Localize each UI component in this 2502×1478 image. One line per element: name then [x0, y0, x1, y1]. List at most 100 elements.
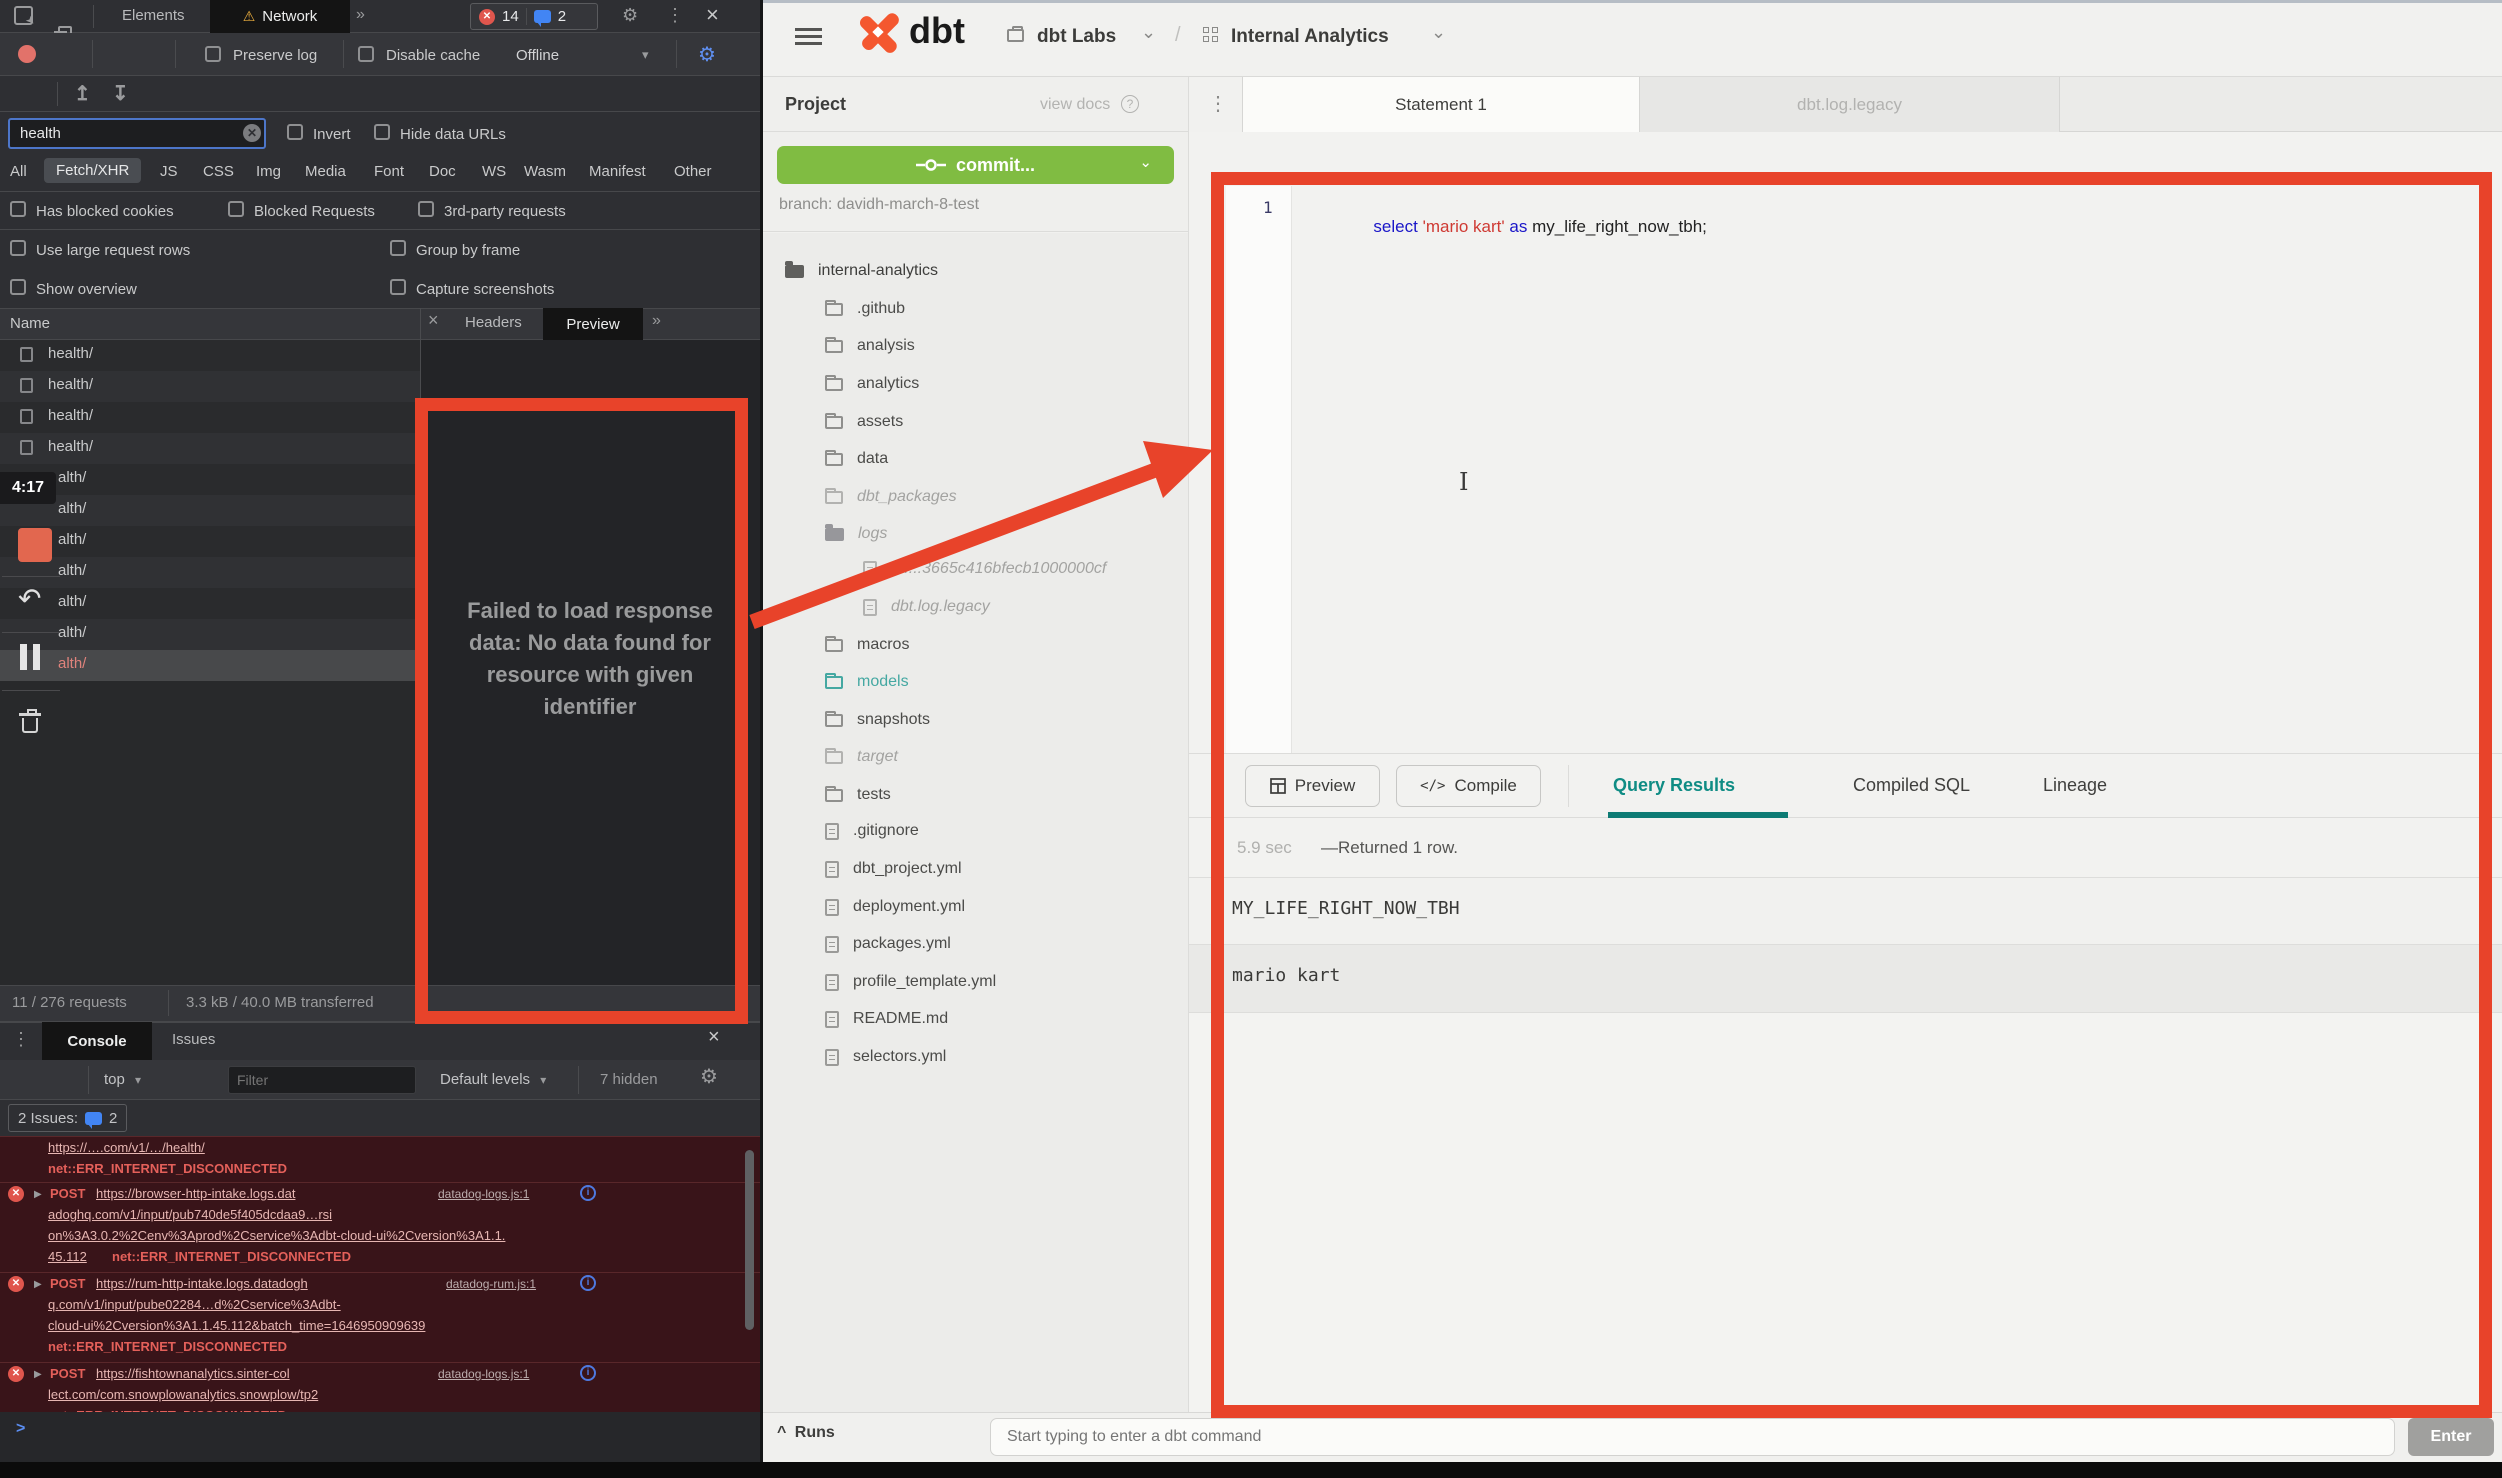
- close-request-icon[interactable]: ×: [428, 310, 439, 331]
- record-icon[interactable]: [18, 45, 36, 63]
- tree-item[interactable]: dbt_project.yml: [825, 860, 962, 878]
- close-devtools-icon[interactable]: ×: [706, 2, 719, 28]
- extension-info-icon[interactable]: i: [580, 1365, 596, 1381]
- chip-media[interactable]: Media: [305, 163, 346, 180]
- third-party-checkbox[interactable]: [418, 201, 434, 217]
- view-docs-help-icon[interactable]: ?: [1121, 95, 1139, 113]
- request-row[interactable]: health/: [0, 433, 420, 464]
- console-error[interactable]: ✕ ▶ POST https://browser-http-intake.log…: [0, 1182, 763, 1272]
- tree-item-root[interactable]: internal-analytics: [785, 262, 938, 280]
- request-row[interactable]: health/: [0, 340, 420, 371]
- more-tabs-icon[interactable]: »: [356, 6, 365, 24]
- view-docs-link[interactable]: view docs: [1040, 96, 1110, 114]
- tab-network[interactable]: ⚠ Network: [210, 0, 350, 33]
- request-row[interactable]: alth/: [0, 557, 420, 588]
- undo-icon[interactable]: ↶: [18, 582, 41, 615]
- source-link[interactable]: datadog-logs.js:1: [438, 1184, 529, 1205]
- tree-item-models[interactable]: models: [825, 673, 909, 691]
- expand-icon[interactable]: ▶: [34, 1364, 42, 1385]
- request-row[interactable]: alth/: [0, 464, 420, 495]
- account-selector[interactable]: dbt Labs: [1037, 26, 1116, 48]
- tree-item[interactable]: data: [825, 450, 888, 468]
- large-rows-checkbox[interactable]: [10, 240, 26, 256]
- tree-item[interactable]: dbt_packages: [825, 488, 957, 506]
- project-chevron-icon[interactable]: ⌄: [1431, 22, 1446, 43]
- disable-cache-checkbox[interactable]: [358, 46, 374, 62]
- console-prompt-row[interactable]: >: [0, 1412, 763, 1462]
- tree-item[interactable]: analytics: [825, 375, 919, 393]
- console-settings-gear-icon[interactable]: ⚙: [700, 1068, 718, 1086]
- delete-recording-icon[interactable]: [22, 718, 38, 733]
- source-link[interactable]: datadog-logs.js:1: [438, 1364, 529, 1385]
- request-row[interactable]: alth/: [0, 619, 420, 650]
- inspect-icon[interactable]: [14, 6, 33, 25]
- console-filter-input[interactable]: [228, 1066, 416, 1094]
- show-overview-checkbox[interactable]: [10, 279, 26, 295]
- kebab-menu-icon[interactable]: ⋮: [666, 5, 684, 26]
- tree-item[interactable]: logs: [825, 525, 887, 543]
- tree-item[interactable]: deployment.yml: [825, 898, 965, 916]
- tab-issues[interactable]: Issues: [172, 1031, 215, 1048]
- import-har-icon[interactable]: ↥: [74, 81, 91, 106]
- tree-item[interactable]: README.md: [825, 1010, 948, 1028]
- error-url[interactable]: https://fishtownanalytics.sinter-col: [96, 1363, 290, 1384]
- tab-elements[interactable]: Elements: [122, 7, 185, 24]
- request-row[interactable]: health/: [0, 371, 420, 402]
- tree-item[interactable]: selectors.yml: [825, 1048, 946, 1066]
- request-row[interactable]: alth/: [0, 495, 420, 526]
- clear-filter-icon[interactable]: ✕: [243, 124, 261, 142]
- enter-button[interactable]: Enter: [2408, 1418, 2494, 1456]
- chip-css[interactable]: CSS: [203, 163, 234, 180]
- group-by-frame-checkbox[interactable]: [390, 240, 406, 256]
- console-error[interactable]: ✕ ▶ POST https://rum-http-intake.logs.da…: [0, 1272, 763, 1362]
- throttling-select[interactable]: Offline: [516, 47, 559, 64]
- name-column-header[interactable]: Name: [0, 308, 420, 340]
- has-blocked-cookies-checkbox[interactable]: [10, 201, 26, 217]
- preview-more-tabs-icon[interactable]: »: [652, 312, 661, 330]
- tree-item[interactable]: analysis: [825, 337, 915, 355]
- tree-item[interactable]: assets: [825, 413, 903, 431]
- project-selector[interactable]: Internal Analytics: [1231, 26, 1389, 48]
- extension-info-icon[interactable]: i: [580, 1185, 596, 1201]
- tree-item[interactable]: packages.yml: [825, 935, 951, 953]
- chip-all[interactable]: All: [10, 163, 27, 180]
- preserve-log-checkbox[interactable]: [205, 46, 221, 62]
- tree-item[interactable]: profile_template.yml: [825, 973, 996, 991]
- chip-js[interactable]: JS: [160, 163, 178, 180]
- tab-statement-1[interactable]: Statement 1: [1243, 77, 1640, 132]
- tree-item[interactable]: .github: [825, 300, 905, 318]
- chip-ws[interactable]: WS: [482, 163, 506, 180]
- source-link[interactable]: datadog-rum.js:1: [446, 1274, 536, 1295]
- chip-font[interactable]: Font: [374, 163, 404, 180]
- context-selector[interactable]: top ▾: [104, 1071, 141, 1088]
- tree-item[interactable]: macros: [825, 636, 909, 654]
- console-scrollbar[interactable]: [745, 1150, 754, 1330]
- tree-item[interactable]: dbt.log.legacy: [863, 598, 990, 616]
- settings-gear-icon[interactable]: ⚙: [622, 6, 638, 24]
- issues-chip[interactable]: 2 Issues: 2: [8, 1104, 127, 1132]
- throttling-dropdown-icon[interactable]: ▾: [642, 47, 649, 63]
- pause-recording-icon[interactable]: [20, 644, 27, 670]
- request-row[interactable]: alth/: [0, 588, 420, 619]
- commit-dropdown-icon[interactable]: ⌄: [1139, 153, 1152, 171]
- export-har-icon[interactable]: ↧: [112, 81, 129, 106]
- chip-fetch-xhr[interactable]: Fetch/XHR: [44, 158, 141, 183]
- error-url[interactable]: https://….com/v1/…/health/: [48, 1137, 205, 1158]
- tab-console[interactable]: Console: [42, 1022, 152, 1060]
- console-kebab-icon[interactable]: ⋮: [12, 1029, 30, 1050]
- account-chevron-icon[interactable]: ⌄: [1141, 22, 1156, 43]
- tree-item[interactable]: tests: [825, 786, 891, 804]
- tab-preview[interactable]: Preview: [543, 308, 643, 340]
- hamburger-menu-icon[interactable]: [795, 28, 822, 31]
- console-error[interactable]: https://….com/v1/…/health/ net::ERR_INTE…: [0, 1136, 763, 1182]
- chip-img[interactable]: Img: [256, 163, 281, 180]
- capture-screenshots-checkbox[interactable]: [390, 279, 406, 295]
- chip-other[interactable]: Other: [674, 163, 712, 180]
- sidebar-kebab-icon[interactable]: ⋮: [1208, 91, 1228, 116]
- error-url[interactable]: https://browser-http-intake.logs.dat: [96, 1183, 295, 1204]
- tree-item[interactable]: target: [825, 748, 898, 766]
- chip-doc[interactable]: Doc: [429, 163, 456, 180]
- tab-dbt-log-legacy[interactable]: dbt.log.legacy: [1640, 77, 2060, 132]
- request-row-selected[interactable]: alth/: [0, 650, 420, 681]
- tab-headers[interactable]: Headers: [465, 314, 522, 331]
